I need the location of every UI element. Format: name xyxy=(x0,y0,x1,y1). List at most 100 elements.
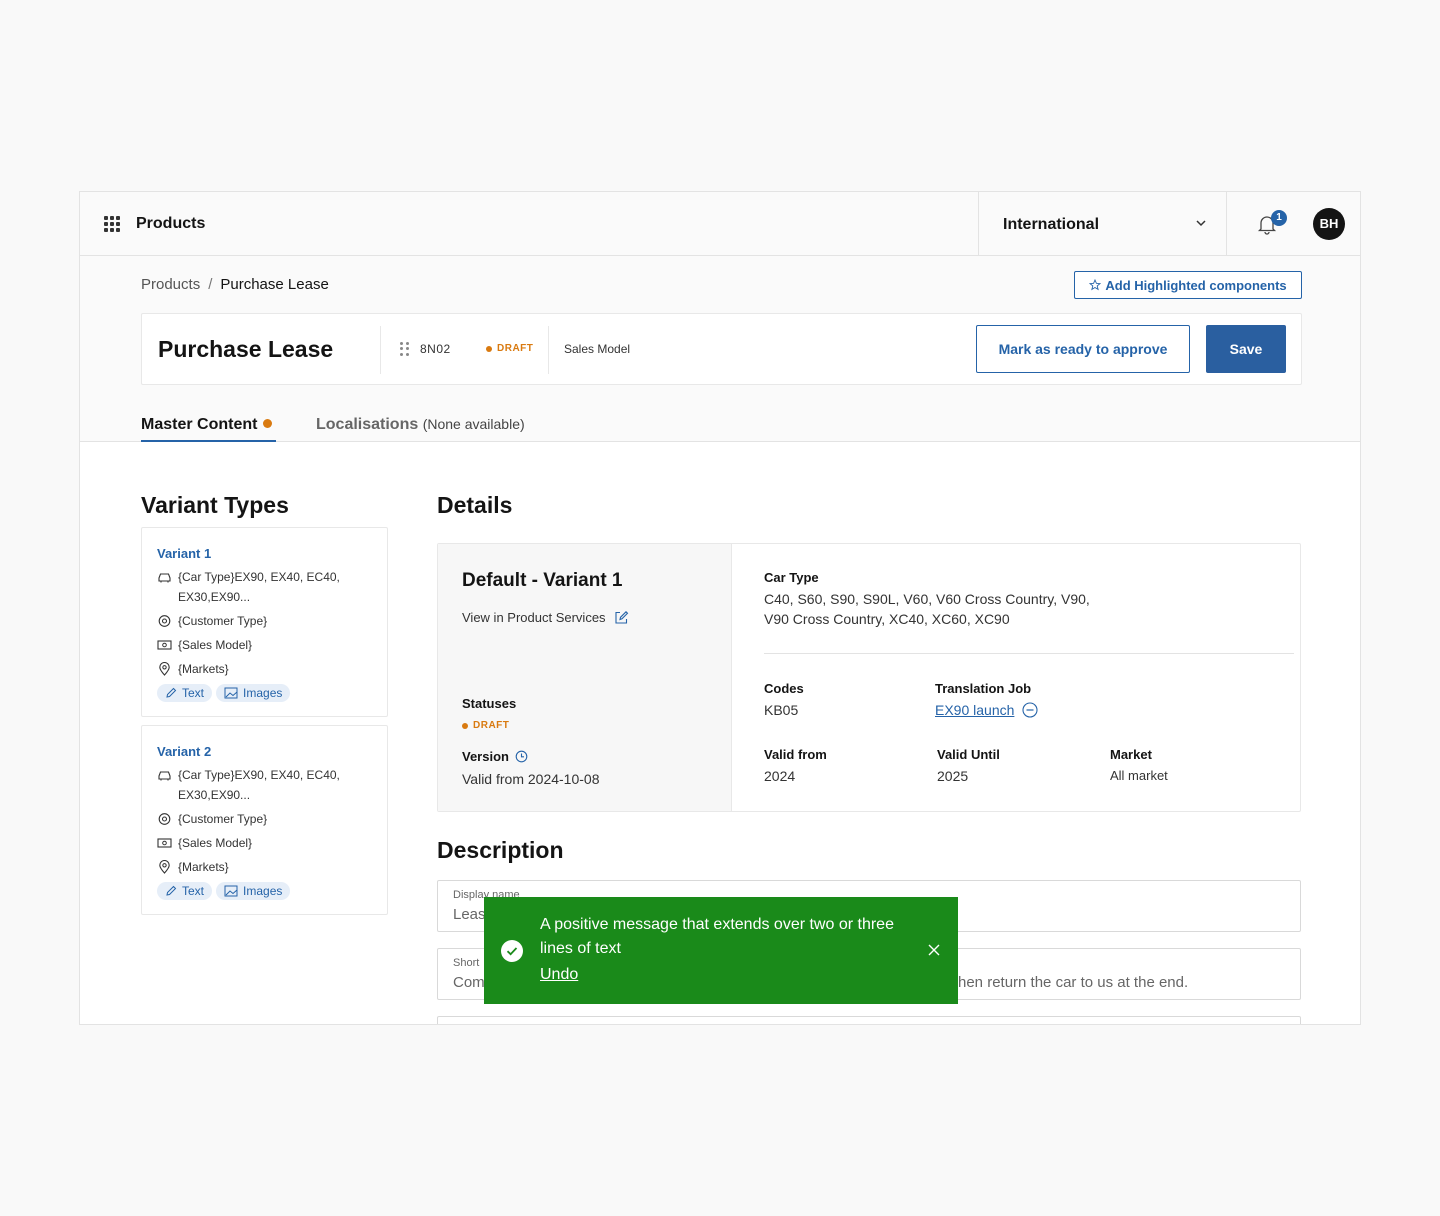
sales-model-label: Sales Model xyxy=(564,342,631,356)
variant-customer-type: {Customer Type} xyxy=(157,809,368,829)
car-icon xyxy=(158,573,171,583)
status-badge: DRAFT xyxy=(486,343,533,354)
status-dot-icon xyxy=(462,722,468,729)
app-grid-icon[interactable] xyxy=(104,216,120,232)
valid-from-label: Valid from xyxy=(764,747,827,762)
variant-name[interactable]: Variant 2 xyxy=(157,744,211,759)
description-title: Description xyxy=(437,837,564,863)
images-chip[interactable]: Images xyxy=(216,882,291,900)
statuses-label: Statuses xyxy=(462,696,517,711)
location-pin-icon xyxy=(159,662,170,676)
short-description-label: Short xyxy=(453,957,480,969)
active-tab-indicator xyxy=(141,440,276,442)
variant-name[interactable]: Variant 1 xyxy=(157,546,211,561)
variant-sales-model: {Sales Model} xyxy=(157,635,368,655)
variant-markets: {Markets} xyxy=(157,659,368,679)
version-value: Valid from 2024-10-08 xyxy=(462,771,600,787)
divider xyxy=(548,326,549,374)
clock-icon[interactable] xyxy=(515,750,528,763)
page-header: Products / Purchase Lease Add Highlighted … xyxy=(80,256,1360,442)
unsaved-dot-icon xyxy=(263,419,273,428)
top-bar: Products International 1 BH xyxy=(80,192,1360,256)
notification-count-badge: 1 xyxy=(1271,210,1287,226)
mark-ready-button[interactable]: Mark as ready to approve xyxy=(976,325,1190,373)
image-icon xyxy=(224,885,238,897)
version-label: Version xyxy=(462,749,528,764)
image-icon xyxy=(224,687,238,699)
long-description-field[interactable] xyxy=(437,1016,1301,1024)
toast-message: A positive message that extends over two… xyxy=(540,916,894,957)
variant-markets: {Markets} xyxy=(157,857,368,877)
variant-chips: Text Images xyxy=(157,684,291,702)
market-value: All market xyxy=(1110,768,1168,783)
check-circle-icon xyxy=(501,940,523,962)
valid-until-value: 2025 xyxy=(937,768,969,784)
car-type-value-line1: C40, S60, S90, S90L, V60, V60 Cross Coun… xyxy=(764,591,1090,607)
breadcrumb-current: Purchase Lease xyxy=(220,276,329,293)
details-title: Details xyxy=(437,492,513,518)
view-in-product-services-link[interactable]: View in Product Services xyxy=(462,610,629,625)
status-badge: DRAFT xyxy=(462,720,509,731)
undo-link[interactable]: Undo xyxy=(540,966,578,984)
drag-handle-icon[interactable] xyxy=(400,342,410,356)
variant-card-2[interactable]: Variant 2 {Car Type}EX90, EX40, EC40, EX… xyxy=(141,725,388,915)
product-code: 8N02 xyxy=(420,342,451,356)
text-chip[interactable]: Text xyxy=(157,684,213,702)
details-summary: Default - Variant 1 View in Product Serv… xyxy=(438,544,732,811)
details-divider xyxy=(764,653,1294,654)
market-label: Market xyxy=(1110,747,1152,762)
chevron-down-icon xyxy=(1196,220,1206,227)
notifications-button[interactable]: 1 xyxy=(1226,192,1307,255)
car-icon xyxy=(158,771,171,781)
pencil-icon xyxy=(166,687,177,698)
market-value: International xyxy=(1003,216,1100,233)
add-highlighted-components-button[interactable]: Add Highlighted components xyxy=(1074,271,1302,299)
variant-types-title: Variant Types xyxy=(141,492,289,518)
avatar[interactable]: BH xyxy=(1313,208,1345,240)
add-highlighted-label: Add Highlighted components xyxy=(1105,277,1287,293)
location-pin-icon xyxy=(159,860,170,874)
variant-sales-model: {Sales Model} xyxy=(157,833,368,853)
title-card: Purchase Lease 8N02 DRAFT Sales Model Ma… xyxy=(141,313,1302,385)
car-type-label: Car Type xyxy=(764,570,819,585)
star-icon xyxy=(1089,279,1102,291)
valid-until-label: Valid Until xyxy=(937,747,1000,762)
pencil-icon xyxy=(166,885,177,896)
market-select[interactable]: International xyxy=(978,192,1226,255)
tab-localisations[interactable]: Localisations (None available) xyxy=(316,416,525,434)
gear-icon xyxy=(158,615,171,627)
money-icon xyxy=(157,838,172,848)
breadcrumb: Products / Purchase Lease xyxy=(141,276,329,293)
variant-car-type: {Car Type}EX90, EX40, EC40, EX30,EX90... xyxy=(157,765,368,805)
page-title: Purchase Lease xyxy=(158,336,334,362)
breadcrumb-root[interactable]: Products xyxy=(141,276,200,293)
tab-master-label: Master Content xyxy=(141,416,258,433)
divider xyxy=(380,326,381,374)
variant-customer-type: {Customer Type} xyxy=(157,611,368,631)
short-description-end: hen return the car to us at the end. xyxy=(958,974,1189,991)
tab-localisations-label: Localisations xyxy=(316,416,419,433)
edit-icon xyxy=(614,611,628,624)
codes-label: Codes xyxy=(764,681,804,696)
details-card: Default - Variant 1 View in Product Serv… xyxy=(437,543,1301,812)
breadcrumb-separator: / xyxy=(208,276,213,293)
status-label: DRAFT xyxy=(497,343,534,354)
translation-job: EX90 launch xyxy=(935,700,1038,720)
text-chip[interactable]: Text xyxy=(157,882,213,900)
success-toast: A positive message that extends over two… xyxy=(484,897,958,1004)
remove-circle-icon[interactable] xyxy=(1022,702,1038,718)
translation-job-label: Translation Job xyxy=(935,681,1032,696)
car-type-value-line2: V90 Cross Country, XC40, XC60, XC90 xyxy=(764,611,1010,627)
variant-card-1[interactable]: Variant 1 {Car Type}EX90, EX40, EC40, EX… xyxy=(141,527,388,717)
images-chip[interactable]: Images xyxy=(216,684,291,702)
save-button[interactable]: Save xyxy=(1206,325,1286,373)
gear-icon xyxy=(158,813,171,825)
translation-job-link[interactable]: EX90 launch xyxy=(935,700,1014,720)
money-icon xyxy=(157,640,172,650)
close-icon[interactable] xyxy=(927,943,941,957)
valid-from-value: 2024 xyxy=(764,768,796,784)
tab-localisations-sub: (None available) xyxy=(422,416,525,432)
variant-title: Default - Variant 1 xyxy=(462,570,623,591)
tab-master-content[interactable]: Master Content xyxy=(141,416,276,442)
app-title: Products xyxy=(136,215,206,232)
